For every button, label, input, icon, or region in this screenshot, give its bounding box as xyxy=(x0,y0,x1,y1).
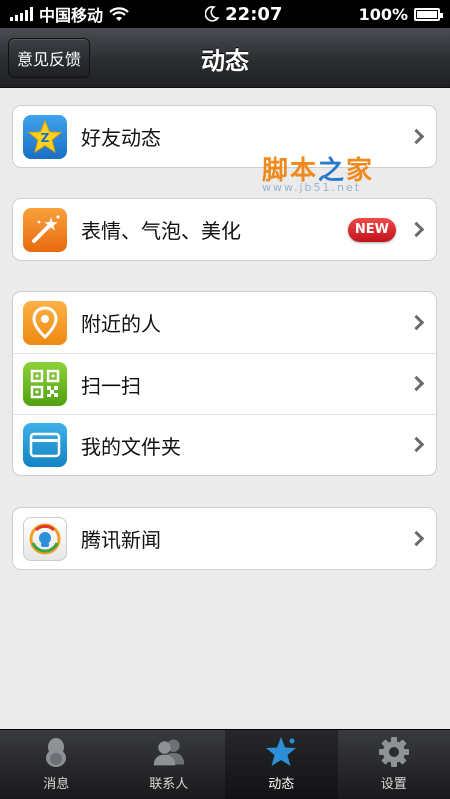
tab-label: 动态 xyxy=(268,777,295,792)
tab-messages[interactable]: 消息 xyxy=(0,730,113,799)
tencent-news-icon xyxy=(23,516,67,561)
signal-icon xyxy=(10,7,33,21)
svg-text:Z: Z xyxy=(41,131,50,145)
group-tools: 附近的人 扫一扫 我的文件夹 xyxy=(12,291,437,476)
wifi-icon xyxy=(109,6,129,21)
tab-contacts[interactable]: 联系人 xyxy=(113,730,226,799)
tab-settings[interactable]: 设置 xyxy=(338,730,450,799)
qzone-star-icon: Z xyxy=(23,114,67,159)
moon-icon xyxy=(205,6,220,22)
group-emoticons: 表情、气泡、美化 NEW xyxy=(12,198,437,261)
group-news: 腾讯新闻 xyxy=(12,507,437,570)
battery-fill xyxy=(417,10,437,18)
menu-item-scan[interactable]: 扫一扫 xyxy=(13,353,436,414)
tab-bar: 消息 联系人 动态 设置 xyxy=(0,729,450,799)
menu-item-label: 扫一扫 xyxy=(81,373,141,398)
penguin-icon xyxy=(39,735,73,769)
folder-icon xyxy=(23,423,67,467)
menu-item-tencent-news[interactable]: 腾讯新闻 xyxy=(13,508,436,569)
new-badge: NEW xyxy=(347,217,396,242)
contacts-icon xyxy=(152,735,186,769)
star-icon xyxy=(264,735,298,769)
status-right: 100% xyxy=(358,4,443,24)
menu-item-nearby-people[interactable]: 附近的人 xyxy=(13,292,436,353)
menu-item-label: 附近的人 xyxy=(81,312,161,336)
battery-percent: 100% xyxy=(358,4,408,24)
tab-label: 消息 xyxy=(43,777,70,792)
menu-item-my-folder[interactable]: 我的文件夹 xyxy=(13,414,436,475)
status-left: 中国移动 xyxy=(10,2,129,26)
qr-code-icon xyxy=(23,362,67,406)
gear-icon xyxy=(377,735,411,769)
menu-item-label: 好友动态 xyxy=(81,126,161,150)
menu-item-emoticons[interactable]: 表情、气泡、美化 NEW xyxy=(13,199,436,260)
tab-label: 联系人 xyxy=(149,777,189,792)
status-center: 22:07 xyxy=(205,4,282,25)
magic-wand-icon xyxy=(23,207,67,252)
feedback-button[interactable]: 意见反馈 xyxy=(8,38,90,78)
status-bar: 中国移动 22:07 100% xyxy=(0,0,450,28)
tab-feed[interactable]: 动态 xyxy=(225,730,338,799)
carrier-label: 中国移动 xyxy=(39,6,104,25)
nav-bar: 动态 意见反馈 xyxy=(0,28,450,88)
tab-label: 设置 xyxy=(380,777,407,792)
menu-item-label: 我的文件夹 xyxy=(81,434,181,459)
location-pin-icon xyxy=(23,300,67,345)
clock: 22:07 xyxy=(225,3,283,25)
menu-item-label: 腾讯新闻 xyxy=(81,528,161,552)
battery-icon xyxy=(414,7,443,21)
watermark: 脚本之家 www.jb51.net xyxy=(262,150,392,200)
